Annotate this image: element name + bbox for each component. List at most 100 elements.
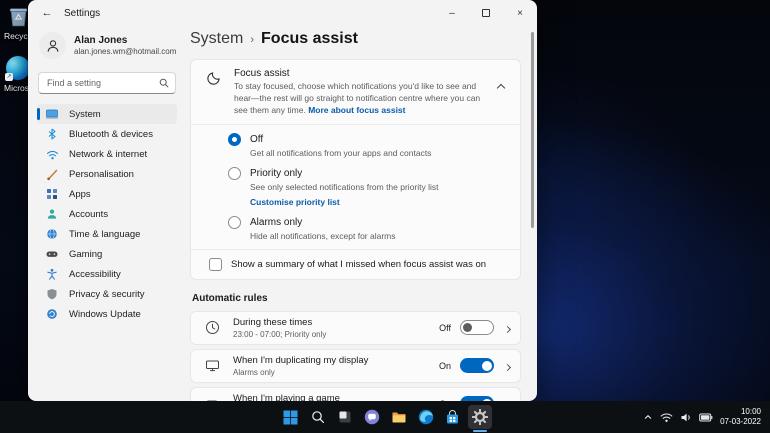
radio-off[interactable] [228,132,241,146]
rule-toggle[interactable] [460,320,494,336]
option-description: Hide all notifications, except for alarm… [250,230,396,241]
sidebar-item-network-internet[interactable]: Network & internet [37,144,177,164]
sidebar-item-label: System [69,108,101,120]
rule-subtitle: Alarms only [233,367,275,377]
rule-playing-game[interactable]: When I'm playing a game Priority only On [190,386,521,401]
sidebar-item-personalisation[interactable]: Personalisation [37,164,177,184]
maximize-button[interactable] [469,0,503,26]
gaming-controller-icon [45,247,59,261]
volume-icon[interactable] [680,412,692,423]
sidebar-item-system[interactable]: System [37,104,177,124]
back-button[interactable]: ← [34,2,60,24]
wifi-icon[interactable] [660,412,673,423]
time-language-icon [45,227,59,241]
option-description: Get all notifications from your apps and… [250,147,432,158]
taskbar: 10:00 07-03-2022 [0,401,770,433]
focus-assist-title: Focus assist [234,68,290,79]
page-title: Focus assist [261,30,358,47]
rule-title: When I'm duplicating my display [233,354,369,366]
focus-assist-header[interactable]: Focus assist To stay focused, choose whi… [191,60,520,124]
clock-icon [204,320,220,336]
apps-icon [45,187,59,201]
sidebar-item-bluetooth-devices[interactable]: Bluetooth & devices [37,124,177,144]
option-alarms-row[interactable]: Alarms only [228,215,506,229]
window-title: Settings [64,7,101,19]
radio-alarms-only[interactable] [228,215,241,229]
shortcut-arrow-icon: ↗ [5,73,13,81]
sidebar-nav: System Bluetooth & devices Network & int… [37,104,177,324]
option-description: See only selected notifications from the… [250,181,439,192]
sidebar-item-label: Network & internet [69,148,148,160]
close-button[interactable]: × [503,0,537,26]
sidebar-item-time-language[interactable]: Time & language [37,224,177,244]
toggle-knob [463,323,472,333]
edge-icon [418,409,433,425]
scrollbar[interactable] [531,32,534,228]
avatar [39,32,66,59]
chat-button[interactable] [360,405,384,429]
sidebar-item-privacy-security[interactable]: Privacy & security [37,284,177,304]
focus-assist-card: Focus assist To stay focused, choose whi… [190,59,521,280]
person-icon [47,39,58,52]
sidebar-item-label: Accessibility [69,268,121,280]
rule-toggle[interactable] [460,358,494,374]
desktop-wallpaper: Recycle Bin ↗ Microsoft Edge ← Settings … [0,0,770,433]
option-priority-row[interactable]: Priority only [228,166,506,180]
summary-checkbox-row[interactable]: Show a summary of what I missed when foc… [191,248,520,279]
clock-time: 10:00 [740,406,761,416]
settings-window: ← Settings – × Alan Jones alan.jones.wm@… [28,0,537,401]
settings-taskbar-button[interactable] [467,405,492,429]
radio-priority-only[interactable] [228,166,241,180]
task-view-button[interactable] [333,405,357,429]
sidebar-item-gaming[interactable]: Gaming [37,244,177,264]
collapse-expander-button[interactable] [496,78,506,96]
file-explorer-button[interactable] [387,405,411,429]
rule-title: During these times [233,316,313,328]
more-about-focus-assist-link[interactable]: More about focus assist [308,105,405,115]
rule-subtitle: 23:00 - 07:00; Priority only [233,329,327,339]
sidebar-item-label: Windows Update [69,308,141,320]
sidebar-item-label: Gaming [69,248,103,260]
maximize-icon [482,9,490,17]
user-name: Alan Jones [74,35,128,46]
sidebar-item-accessibility[interactable]: Accessibility [37,264,177,284]
breadcrumb-system[interactable]: System [190,30,243,48]
sidebar-item-windows-update[interactable]: Windows Update [37,304,177,324]
accounts-person-icon [45,207,59,221]
bluetooth-icon [45,127,59,141]
user-account-row[interactable]: Alan Jones alan.jones.wm@hotmail.com [37,30,177,59]
toggle-knob [482,360,492,371]
minimize-button[interactable]: – [435,0,469,26]
sidebar-item-label: Personalisation [69,168,134,180]
customise-priority-list-link[interactable]: Customise priority list [250,197,506,207]
rule-duplicating-display[interactable]: When I'm duplicating my display Alarms o… [190,348,521,383]
sidebar-item-apps[interactable]: Apps [37,184,177,204]
sidebar-item-label: Bluetooth & devices [69,128,153,140]
microsoft-store-button[interactable] [441,405,465,429]
sidebar-item-accounts[interactable]: Accounts [37,204,177,224]
main-content: System › Focus assist Focus assist To st… [186,26,537,401]
chevron-right-icon [503,319,512,337]
breadcrumb-separator: › [250,34,255,46]
rule-during-these-times[interactable]: During these times 23:00 - 07:00; Priori… [190,310,521,345]
edge-button[interactable] [414,405,438,429]
taskbar-search-button[interactable] [306,405,330,429]
paintbrush-icon [45,167,59,181]
option-off: Off Get all notifications from your apps… [228,132,506,158]
settings-gear-icon [471,409,488,425]
toggle-state-label: On [438,360,451,371]
titlebar: ← Settings – × [28,0,537,26]
taskbar-clock[interactable]: 10:00 07-03-2022 [720,407,761,428]
start-button[interactable] [279,405,303,429]
tray-chevron-up-icon[interactable] [643,413,653,421]
battery-icon[interactable] [699,413,713,422]
option-off-row[interactable]: Off [228,132,506,146]
taskbar-center-icons [277,401,493,433]
sidebar-item-label: Privacy & security [69,288,145,300]
start-icon [283,410,298,424]
search-input[interactable] [38,72,176,94]
shield-icon [45,287,59,301]
sidebar-item-label: Accounts [69,208,109,220]
summary-checkbox[interactable] [209,257,222,271]
chat-icon [364,409,379,425]
